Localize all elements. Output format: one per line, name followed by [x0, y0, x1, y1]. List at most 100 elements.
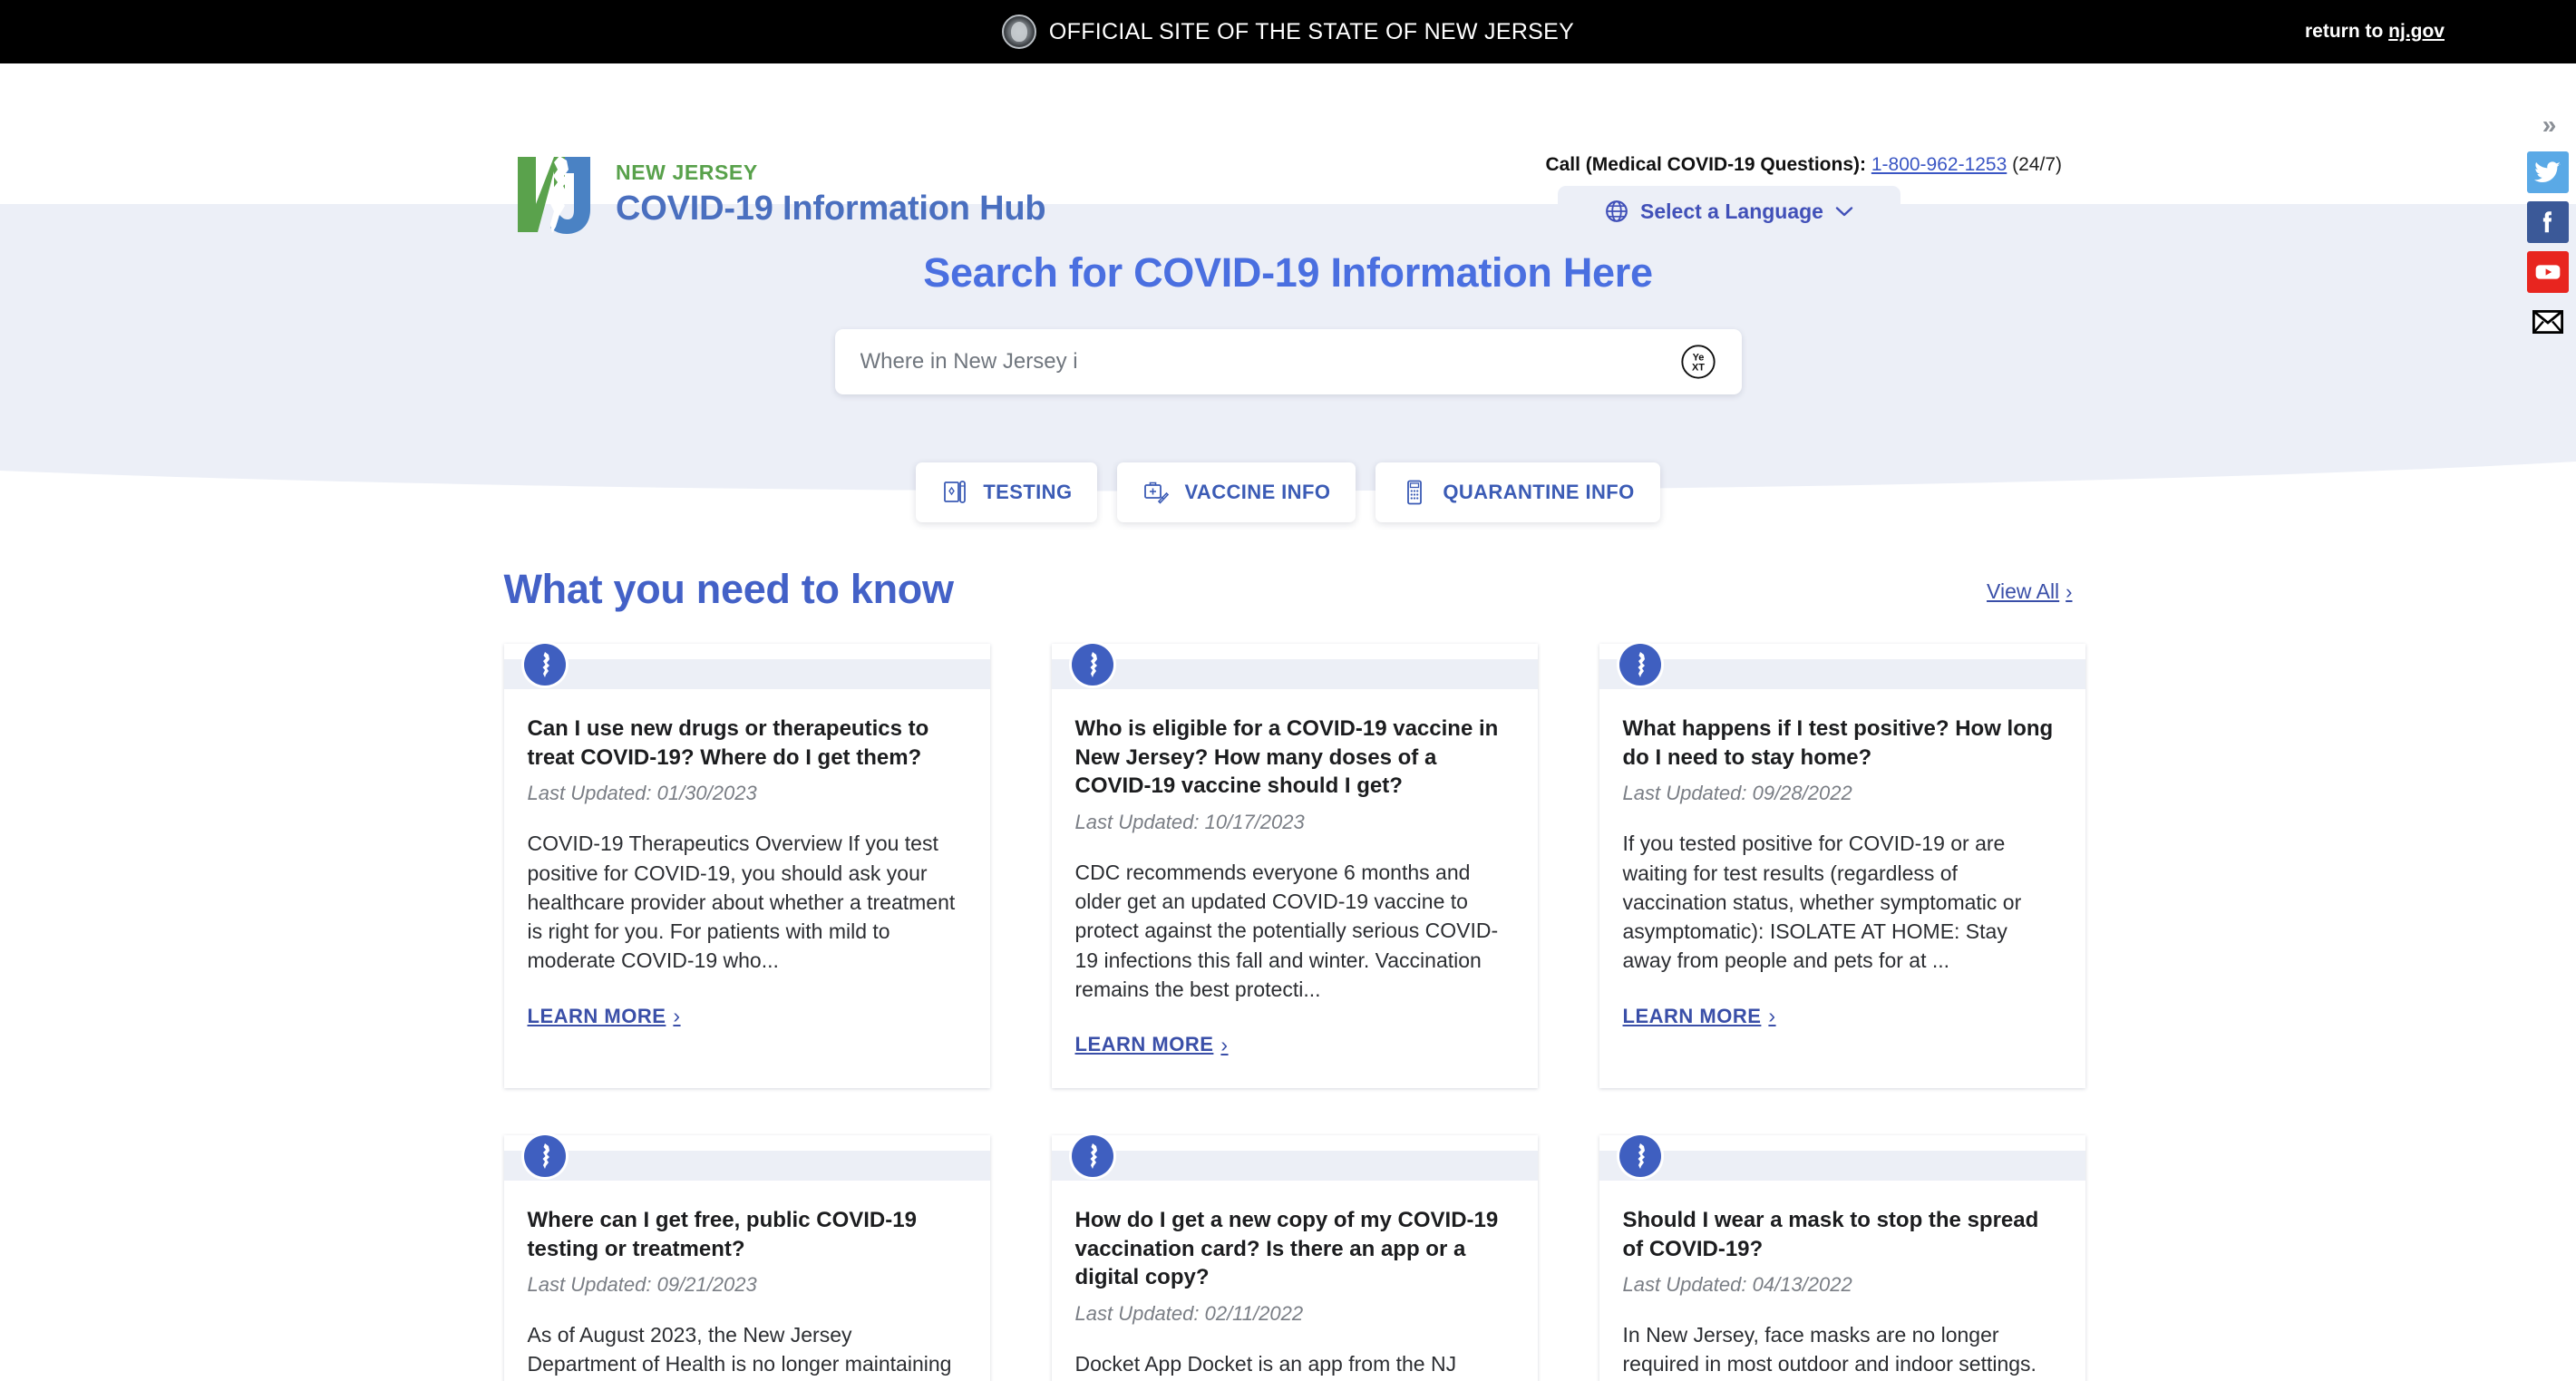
faq-card[interactable]: Should I wear a mask to stop the spread …: [1599, 1134, 2085, 1381]
card-title: Who is eligible for a COVID-19 vaccine i…: [1074, 716, 1499, 799]
card-last-updated: Last Updated: 09/28/2022: [1622, 782, 1852, 805]
card-header-band: [1051, 1150, 1538, 1181]
quick-links-row: TESTING VACCINE INFO QUARANTINE INFO: [0, 462, 2576, 522]
card-description: In New Jersey, face masks are no longer …: [1622, 1323, 2036, 1376]
learn-more-label: LEARN MORE: [527, 1004, 666, 1027]
card-last-updated: Last Updated: 04/13/2022: [1622, 1273, 1852, 1297]
card-title: How do I get a new copy of my COVID-19 v…: [1074, 1207, 1499, 1290]
quick-link-testing[interactable]: TESTING: [916, 462, 1098, 522]
card-body: Where can I get free, public COVID-19 te…: [504, 1181, 990, 1381]
card-title: Can I use new drugs or therapeutics to t…: [527, 716, 929, 770]
hero-content: Search for COVID-19 Information Here Ye …: [0, 202, 2576, 394]
page-title: COVID-19 Information Hub: [616, 190, 1046, 228]
faq-card[interactable]: What happens if I test positive? How lon…: [1599, 644, 2085, 1088]
return-prefix-text: return to: [2304, 21, 2389, 42]
official-state-bar-inner: OFFICIAL SITE OF THE STATE OF NEW JERSEY: [1001, 15, 1575, 49]
faq-card[interactable]: Where can I get free, public COVID-19 te…: [503, 1134, 990, 1381]
card-last-updated: Last Updated: 10/17/2023: [1074, 811, 1305, 834]
official-state-bar: OFFICIAL SITE OF THE STATE OF NEW JERSEY…: [0, 0, 2576, 63]
faq-card[interactable]: Can I use new drugs or therapeutics to t…: [503, 644, 990, 1088]
testing-icon: [944, 481, 967, 503]
yext-logo-icon[interactable]: Ye XT: [1678, 342, 1718, 382]
chevron-right-icon: ›: [2066, 579, 2073, 603]
card-last-updated: Last Updated: 01/30/2023: [527, 782, 757, 805]
nj-state-badge-icon: [523, 1134, 566, 1177]
faq-card[interactable]: Who is eligible for a COVID-19 vaccine i…: [1051, 644, 1538, 1088]
phone-link[interactable]: 1-800-962-1253: [1871, 154, 2007, 175]
card-description: Docket App Docket is an app from the NJ …: [1074, 1351, 1457, 1376]
njgov-link[interactable]: nj.gov: [2388, 21, 2445, 42]
official-site-text: OFFICIAL SITE OF THE STATE OF NEW JERSEY: [1048, 18, 1575, 44]
learn-more-link[interactable]: LEARN MORE ›: [528, 1004, 681, 1028]
nj-state-badge-icon: [523, 644, 566, 686]
section-header: What you need to know View All ›: [504, 566, 2073, 644]
card-description: As of August 2023, the New Jersey Depart…: [527, 1323, 952, 1376]
card-header-band: [503, 659, 990, 689]
quick-link-quarantine-info[interactable]: QUARANTINE INFO: [1375, 462, 1660, 522]
card-body: How do I get a new copy of my COVID-19 v…: [1052, 1181, 1538, 1381]
learn-more-label: LEARN MORE: [1622, 1004, 1762, 1027]
card-body: Who is eligible for a COVID-19 vaccine i…: [1052, 689, 1538, 1057]
call-hours: (24/7): [2007, 154, 2062, 175]
quick-link-vaccine-info-label: VACCINE INFO: [1184, 481, 1331, 503]
view-all-label: View All: [1987, 579, 2060, 603]
what-you-need-to-know-section: What you need to know View All › Can I u…: [503, 522, 2085, 1381]
quick-link-vaccine-info[interactable]: VACCINE INFO: [1117, 462, 1356, 522]
nj-state-badge-icon: [1071, 644, 1113, 686]
call-info: Call (Medical COVID-19 Questions): 1-800…: [1545, 154, 2062, 176]
svg-text:XT: XT: [1691, 363, 1704, 374]
email-icon[interactable]: [2527, 301, 2569, 343]
card-last-updated: Last Updated: 02/11/2022: [1074, 1301, 1304, 1325]
learn-more-link[interactable]: LEARN MORE ›: [1623, 1004, 1776, 1028]
faq-card-grid: Can I use new drugs or therapeutics to t…: [503, 644, 2085, 1381]
card-description: COVID-19 Therapeutics Overview If you te…: [527, 832, 956, 973]
card-header-band: [1599, 1150, 2085, 1181]
card-last-updated: Last Updated: 09/21/2023: [527, 1273, 757, 1297]
chevron-right-icon: ›: [673, 1004, 681, 1028]
chevron-right-icon: ›: [1220, 1032, 1229, 1056]
hero-title: Search for COVID-19 Information Here: [923, 249, 1653, 296]
card-body: Can I use new drugs or therapeutics to t…: [504, 689, 990, 1028]
nj-state-badge-icon: [1619, 644, 1661, 686]
view-all-link[interactable]: View All ›: [1987, 579, 2072, 613]
brand-block[interactable]: NEW JERSEY COVID-19 Information Hub: [514, 151, 1046, 238]
card-body: Should I wear a mask to stop the spread …: [1599, 1181, 2085, 1381]
search-input[interactable]: [860, 349, 1678, 374]
card-header-band: [503, 1150, 990, 1181]
chevron-right-icon: ›: [1768, 1004, 1776, 1028]
learn-more-label: LEARN MORE: [1074, 1033, 1214, 1056]
twitter-icon[interactable]: [2527, 151, 2569, 193]
facebook-icon[interactable]: [2527, 201, 2569, 243]
card-body: What happens if I test positive? How lon…: [1599, 689, 2085, 1028]
quick-link-testing-label: TESTING: [983, 481, 1073, 503]
chevron-double-right-icon[interactable]: »: [2527, 107, 2569, 143]
nj-state-badge-icon: [1071, 1134, 1113, 1177]
card-title: Should I wear a mask to stop the spread …: [1622, 1207, 2039, 1261]
learn-more-link[interactable]: LEARN MORE ›: [1075, 1033, 1229, 1057]
return-to-njgov[interactable]: return to nj.gov: [2305, 21, 2445, 43]
search-box[interactable]: Ye XT: [834, 329, 1742, 394]
card-title: What happens if I test positive? How lon…: [1622, 716, 2054, 770]
site-header: NEW JERSEY COVID-19 Information Hub Call…: [0, 63, 2576, 234]
quick-link-quarantine-info-label: QUARANTINE INFO: [1443, 481, 1635, 503]
nj-state-logo: [518, 156, 590, 234]
section-title: What you need to know: [503, 566, 955, 612]
globe-icon: [1606, 200, 1628, 222]
quarantine-icon: [1407, 480, 1423, 505]
vaccine-icon: [1144, 481, 1170, 504]
card-title: Where can I get free, public COVID-19 te…: [527, 1207, 917, 1261]
call-label: Call (Medical COVID-19 Questions):: [1545, 154, 1871, 175]
state-seal-icon: [1001, 15, 1036, 49]
card-description: If you tested positive for COVID-19 or a…: [1622, 832, 2022, 973]
nj-state-badge-icon: [1619, 1134, 1661, 1177]
brand-text: NEW JERSEY COVID-19 Information Hub: [616, 160, 1046, 229]
card-header-band: [1599, 659, 2085, 689]
chevron-down-icon: [1835, 206, 1853, 216]
card-header-band: [1051, 659, 1538, 689]
select-language-button[interactable]: Select a Language: [1558, 186, 1900, 237]
youtube-icon[interactable]: [2527, 251, 2569, 293]
brand-eyebrow: NEW JERSEY: [616, 160, 758, 184]
select-language-label: Select a Language: [1640, 199, 1823, 223]
faq-card[interactable]: How do I get a new copy of my COVID-19 v…: [1051, 1134, 1538, 1381]
social-share-rail: »: [2520, 107, 2576, 343]
